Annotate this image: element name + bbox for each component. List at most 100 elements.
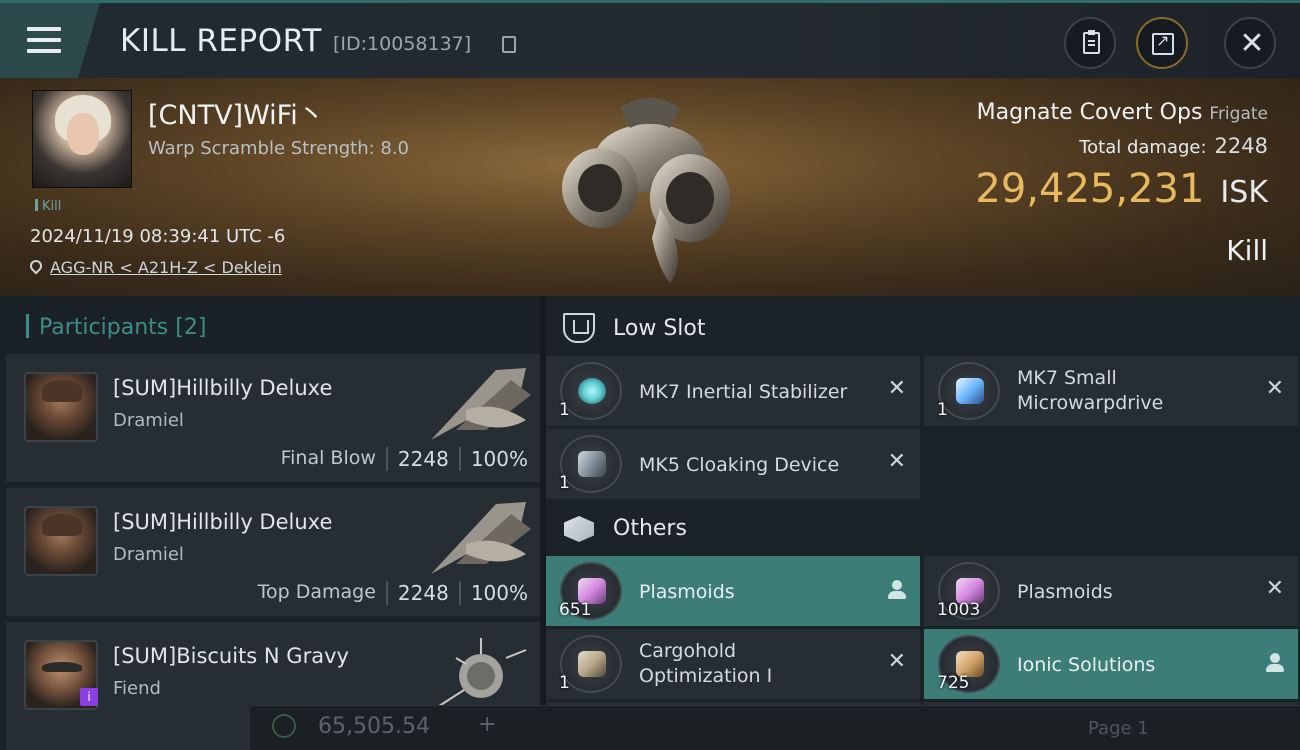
tag-marker [35, 199, 38, 211]
item-qty: 1003 [937, 600, 981, 620]
participant-name: [SUM]Biscuits N Gravy [113, 644, 349, 668]
dropped-person-icon [1266, 653, 1284, 673]
module-item[interactable]: 1 MK7 Small Microwarpdrive ✕ [924, 356, 1298, 426]
victim-portrait[interactable] [32, 90, 132, 188]
low-slot-title: Low Slot [613, 316, 706, 341]
fiend-ship-image [435, 638, 527, 709]
module-name: MK5 Cloaking Device [639, 454, 840, 476]
participant-percent: 100% [458, 447, 528, 471]
cargo-item[interactable]: 1 Cargohold Optimization I ✕ [546, 629, 920, 699]
participants-title: Participants [2] [26, 314, 206, 340]
participant-row[interactable]: [SUM]Hillbilly Deluxe Dramiel Final Blow… [6, 354, 540, 482]
report-id: [ID:10058137] [333, 33, 472, 55]
footer-plus[interactable]: + [478, 712, 496, 737]
participant-stats: Top Damage 2248 100% [258, 581, 528, 605]
ship-name[interactable]: Magnate Covert Ops Frigate [977, 100, 1268, 125]
currency-icon [272, 714, 296, 738]
title-marker [26, 314, 29, 338]
destroyed-icon: ✕ [1265, 376, 1284, 401]
mwd-core [956, 378, 984, 404]
share-icon [1152, 31, 1174, 55]
page-title: KILL REPORT [120, 23, 322, 59]
menu-icon [27, 27, 61, 31]
others-header: Others [546, 498, 1300, 558]
footer-price: 65,505.54 [318, 714, 430, 739]
module-item[interactable]: 1 MK7 Inertial Stabilizer ✕ [546, 356, 920, 426]
destroyed-icon: ✕ [887, 649, 906, 674]
isk-unit: ISK [1220, 175, 1268, 210]
participant-percent: 100% [458, 581, 528, 605]
ship-class: Frigate [1209, 104, 1268, 124]
total-damage-label: Total damage: [1079, 137, 1207, 158]
module-name: MK7 Inertial Stabilizer [639, 381, 848, 403]
participant-damage: 2248 [385, 581, 459, 605]
menu-icon-bar [27, 49, 61, 53]
item-name: Ionic Solutions [1017, 654, 1156, 676]
top-bar: KILL REPORT [ID:10058137] ✕ [0, 0, 1300, 78]
item-qty: 1 [559, 673, 570, 693]
participant-role: Final Blow [280, 447, 376, 469]
participant-role: Top Damage [257, 581, 376, 603]
avatar-glasses [42, 662, 82, 672]
location-link[interactable]: AGG-NR < A21H-Z < Deklein [50, 258, 282, 277]
participant-stats: Final Blow 2248 100% [281, 447, 528, 471]
avatar-hair [42, 380, 82, 402]
victim-detail: Warp Scramble Strength: 8.0 [148, 138, 410, 159]
location[interactable]: AGG-NR < A21H-Z < Deklein [27, 257, 282, 277]
avatar-hair [42, 514, 82, 536]
victim-banner: [CNTV]WiFi丶 Warp Scramble Strength: 8.0 … [0, 78, 1300, 296]
copy-icon[interactable] [502, 36, 516, 53]
kill-tag: Kill [35, 199, 61, 214]
kill-tag-label: Kill [42, 199, 62, 214]
close-button[interactable]: ✕ [1224, 17, 1276, 69]
module-qty: 1 [937, 400, 948, 420]
cargo-item[interactable]: 651 Plasmoids [546, 556, 920, 626]
victim-name[interactable]: [CNTV]WiFi丶 [148, 93, 325, 132]
close-icon: ✕ [1239, 26, 1265, 61]
participant-ship: Fiend [113, 678, 161, 699]
share-button[interactable] [1136, 17, 1188, 69]
item-name: Cargohold Optimization I [639, 640, 773, 687]
total-damage: Total damage: 2248 [1079, 134, 1268, 158]
item-name: Plasmoids [639, 581, 735, 603]
module-item[interactable]: 1 MK5 Cloaking Device ✕ [546, 429, 920, 499]
participant-name: [SUM]Hillbilly Deluxe [113, 376, 333, 400]
location-pin-icon [27, 257, 45, 275]
item-name: Plasmoids [1017, 581, 1113, 603]
participant-damage: 2248 [385, 447, 459, 471]
cargo-item[interactable]: 1003 Plasmoids ✕ [924, 556, 1298, 626]
ship-name-text: Magnate Covert Ops [976, 100, 1203, 125]
destroyed-icon: ✕ [1265, 576, 1284, 601]
cargo-box-icon [564, 516, 594, 542]
avatar[interactable] [24, 506, 98, 576]
participants-count: [2] [175, 315, 207, 340]
isk-value: 29,425,231 ISK [975, 166, 1268, 212]
participant-name: [SUM]Hillbilly Deluxe [113, 510, 333, 534]
stabilizer-core [578, 378, 606, 404]
participant-ship: Dramiel [113, 410, 184, 431]
info-badge: i [80, 688, 98, 706]
clipboard-icon [1083, 30, 1100, 54]
portrait-face [67, 113, 99, 155]
dramiel-ship-image [431, 502, 531, 574]
report-type: Kill [1226, 234, 1268, 267]
timestamp: 2024/11/19 08:39:41 UTC -6 [30, 226, 286, 247]
low-slot-header: Low Slot [546, 298, 1300, 358]
background-footer: 65,505.54 + Page 1 [250, 705, 1300, 750]
participant-row[interactable]: [SUM]Hillbilly Deluxe Dramiel Top Damage… [6, 488, 540, 616]
participants-panel: Participants [2] [SUM]Hillbilly Deluxe D… [0, 296, 540, 750]
dropped-person-icon [888, 580, 906, 600]
participant-ship: Dramiel [113, 544, 184, 565]
menu-button[interactable] [0, 3, 100, 78]
fitting-panel: Low Slot 1 MK7 Inertial Stabilizer ✕ 1 M… [546, 296, 1300, 750]
destroyed-icon: ✕ [887, 376, 906, 401]
cargo-item[interactable]: 725 Ionic Solutions [924, 629, 1298, 699]
cloak-core [578, 451, 606, 477]
report-button[interactable] [1064, 17, 1116, 69]
isk-amount: 29,425,231 [975, 166, 1205, 212]
footer-page: Page 1 [1088, 718, 1149, 739]
avatar[interactable] [24, 372, 98, 442]
item-qty: 725 [937, 673, 970, 693]
destroyed-icon: ✕ [887, 449, 906, 474]
module-qty: 1 [559, 400, 570, 420]
